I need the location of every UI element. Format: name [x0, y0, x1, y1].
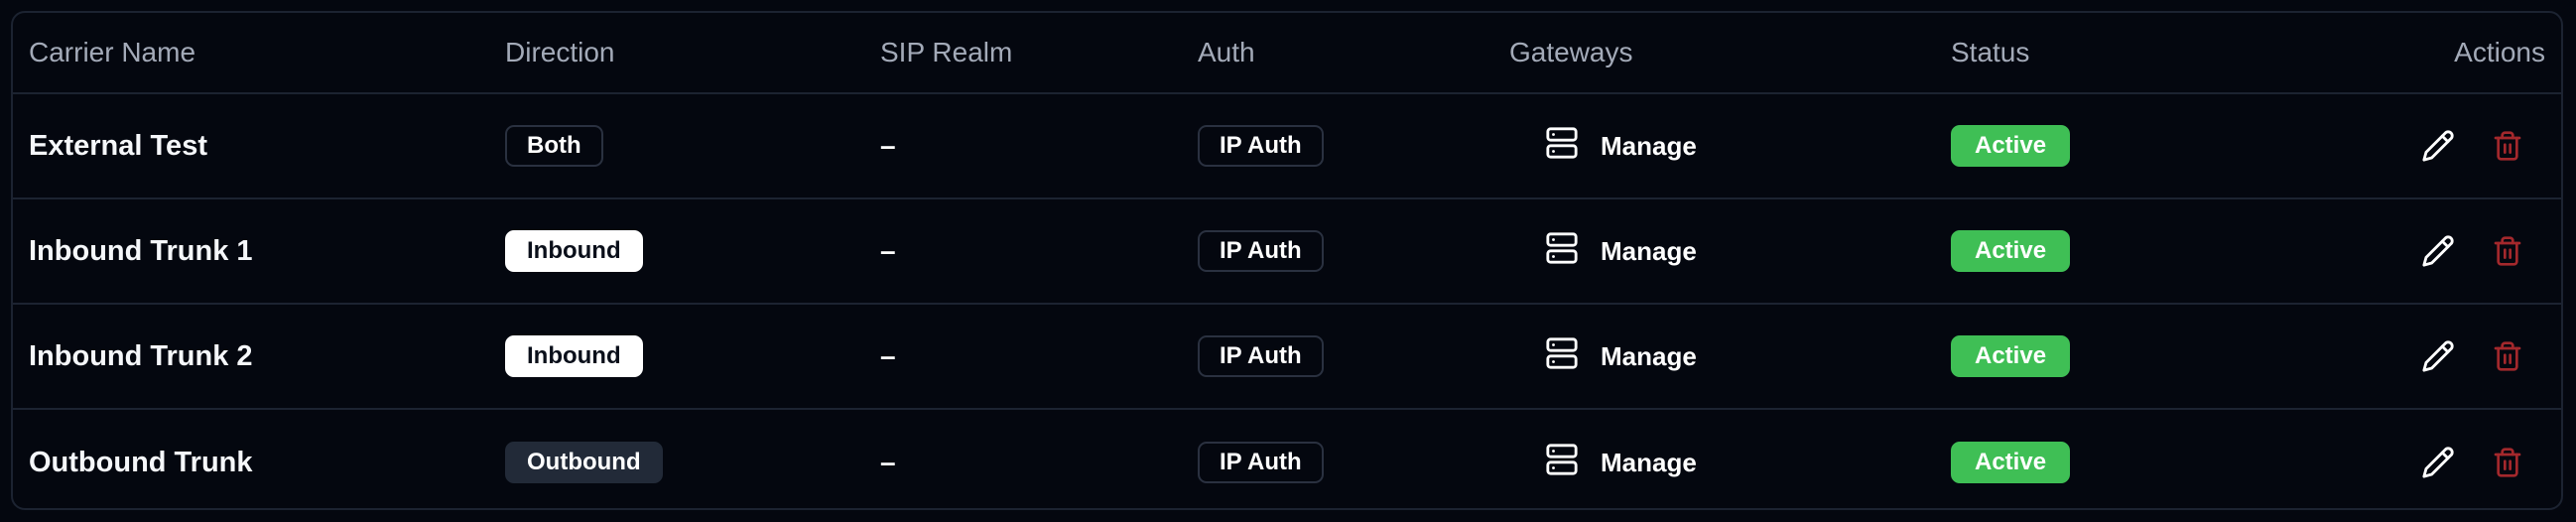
- manage-label: Manage: [1601, 447, 1697, 477]
- auth-badge: IP Auth: [1198, 230, 1324, 272]
- column-header-direction[interactable]: Direction: [505, 13, 614, 92]
- column-header-carrier-name[interactable]: Carrier Name: [29, 13, 195, 92]
- manage-label: Manage: [1601, 340, 1697, 371]
- table-row: Inbound Trunk 1 Inbound – IP Auth Manage…: [13, 199, 2561, 305]
- column-header-auth[interactable]: Auth: [1198, 13, 1255, 92]
- manage-gateways-button[interactable]: Manage: [1509, 126, 1697, 167]
- status-badge: Active: [1951, 230, 2071, 272]
- auth-badge: IP Auth: [1198, 442, 1324, 483]
- pencil-icon[interactable]: [2418, 443, 2458, 482]
- sip-realm-value: –: [880, 235, 896, 266]
- pencil-icon[interactable]: [2418, 336, 2458, 376]
- manage-gateways-button[interactable]: Manage: [1509, 336, 1697, 377]
- sip-realm-value: –: [880, 447, 896, 477]
- table-row: Inbound Trunk 2 Inbound – IP Auth Manage…: [13, 305, 2561, 410]
- pencil-icon[interactable]: [2418, 231, 2458, 271]
- carrier-name: Outbound Trunk: [29, 446, 253, 478]
- table-header-row: Carrier Name Direction SIP Realm Auth Ga…: [13, 13, 2561, 94]
- auth-badge: IP Auth: [1198, 335, 1324, 377]
- server-icon: [1545, 126, 1579, 167]
- trash-icon[interactable]: [2488, 443, 2527, 482]
- direction-badge: Outbound: [505, 442, 663, 483]
- manage-label: Manage: [1601, 235, 1697, 266]
- pencil-icon[interactable]: [2418, 126, 2458, 166]
- column-header-gateways[interactable]: Gateways: [1509, 13, 1633, 92]
- trash-icon[interactable]: [2488, 231, 2527, 271]
- trash-icon[interactable]: [2488, 126, 2527, 166]
- manage-gateways-button[interactable]: Manage: [1509, 231, 1697, 272]
- direction-badge: Both: [505, 125, 603, 167]
- table-row: Outbound Trunk Outbound – IP Auth Manage…: [13, 410, 2561, 508]
- column-header-sip-realm[interactable]: SIP Realm: [880, 13, 1012, 92]
- sip-realm-value: –: [880, 130, 896, 161]
- trash-icon[interactable]: [2488, 336, 2527, 376]
- table-row: External Test Both – IP Auth Manage Acti…: [13, 94, 2561, 199]
- status-badge: Active: [1951, 125, 2071, 167]
- status-badge: Active: [1951, 442, 2071, 483]
- direction-badge: Inbound: [505, 335, 643, 377]
- manage-gateways-button[interactable]: Manage: [1509, 443, 1697, 483]
- auth-badge: IP Auth: [1198, 125, 1324, 167]
- carrier-name: Inbound Trunk 2: [29, 339, 253, 372]
- carriers-table: Carrier Name Direction SIP Realm Auth Ga…: [11, 11, 2563, 510]
- direction-badge: Inbound: [505, 230, 643, 272]
- manage-label: Manage: [1601, 130, 1697, 161]
- carrier-name: External Test: [29, 129, 207, 162]
- server-icon: [1545, 336, 1579, 377]
- column-header-status[interactable]: Status: [1951, 13, 2029, 92]
- server-icon: [1545, 443, 1579, 483]
- server-icon: [1545, 231, 1579, 272]
- sip-realm-value: –: [880, 340, 896, 371]
- status-badge: Active: [1951, 335, 2071, 377]
- carrier-name: Inbound Trunk 1: [29, 234, 253, 267]
- column-header-actions: Actions: [2454, 37, 2545, 67]
